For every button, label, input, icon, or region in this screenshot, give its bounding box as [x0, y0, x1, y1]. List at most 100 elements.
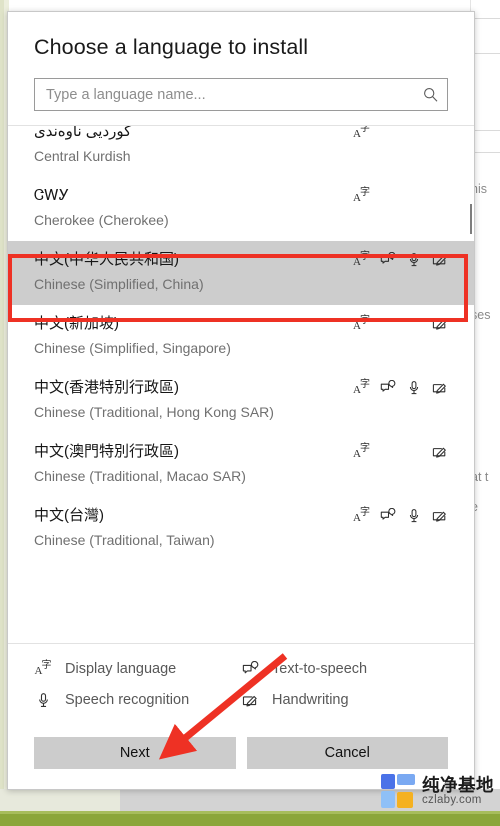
- speech-recognition-icon: [34, 691, 52, 709]
- language-native-row: ᏣᎳᎩ A 字: [34, 185, 448, 208]
- language-native-row: 中文(香港特別行政區) A 字: [34, 377, 448, 400]
- language-english-name: Central Kurdish: [34, 147, 131, 164]
- handwriting-feature-icon: [431, 508, 448, 525]
- language-english-name: Chinese (Traditional, Macao SAR): [34, 467, 246, 484]
- display-feature-icon: A字: [353, 187, 370, 205]
- watermark-logo-icon: [381, 774, 415, 808]
- display-language-icon: A字: [353, 314, 370, 332]
- language-list-items: کوردیی ناوەندی A 字 Central Kurdish ᏣᎳᎩ A 字 Cher…: [8, 126, 474, 561]
- language-list-item[interactable]: 中文(台灣) A 字 Chinese (Traditional, Taiwan): [8, 497, 474, 561]
- language-native-row: 中文(台灣) A 字: [34, 505, 448, 528]
- language-list-item[interactable]: ᏣᎳᎩ A 字 Cherokee (Cherokee): [8, 177, 474, 241]
- tts-feature-icon: [379, 508, 396, 525]
- display-feature-icon: A字: [353, 378, 370, 397]
- language-list-item[interactable]: 中文(新加坡) A 字 Chinese (Simplified, Singapore): [8, 305, 474, 369]
- tts-feature-icon: [379, 380, 396, 397]
- handwriting-icon: [432, 319, 446, 330]
- language-list-item[interactable]: 中文(中华人民共和国) A 字 Chinese (Simplified, China): [8, 241, 474, 305]
- handwriting-feature-icon: [431, 316, 448, 333]
- watermark: 纯净基地 czlaby.com: [381, 774, 494, 808]
- language-native-name: کوردیی ناوەندی: [34, 126, 132, 140]
- speech-feature-icon: [405, 252, 422, 269]
- screenshot-root: his ses at t e Choose a language to inst…: [0, 0, 500, 826]
- display-language-icon: A字: [34, 660, 52, 678]
- display-language-icon: A字: [353, 442, 370, 460]
- choose-language-dialog: Choose a language to install کوردیی ناوە…: [7, 11, 475, 790]
- search-input[interactable]: [35, 79, 413, 110]
- list-scrollbar-thumb[interactable]: [470, 204, 472, 234]
- search-box[interactable]: [34, 78, 448, 111]
- display-language-icon: A字: [353, 250, 370, 268]
- speech-recognition-icon: [409, 509, 418, 523]
- language-feature-icons: A字: [353, 314, 448, 333]
- next-button[interactable]: Next: [34, 737, 236, 769]
- language-native-name: 中文(中华人民共和国): [34, 251, 179, 268]
- language-native-name: ᏣᎳᎩ: [34, 187, 70, 204]
- speech-recognition-icon: [38, 692, 48, 707]
- language-english-name: Chinese (Simplified, China): [34, 275, 204, 292]
- search-icon[interactable]: [413, 87, 447, 102]
- background-rule: [472, 18, 500, 19]
- background-text-fragment: at t: [471, 470, 489, 484]
- background-green-bar: [0, 814, 500, 826]
- search-container: [8, 60, 474, 125]
- background-text-fragment: e: [471, 500, 499, 514]
- watermark-name-cn: 纯净基地: [422, 774, 494, 795]
- cancel-button[interactable]: Cancel: [246, 737, 448, 769]
- language-native-name: 中文(新加坡): [34, 315, 119, 332]
- text-to-speech-icon: [241, 660, 259, 678]
- handwriting-icon: [242, 695, 257, 706]
- text-to-speech-icon: [380, 508, 395, 520]
- language-feature-icons: A字: [353, 507, 448, 525]
- language-native-name: 中文(香港特別行政區): [34, 379, 179, 396]
- display-language-icon: A字: [353, 378, 370, 396]
- display-language-icon: A字: [34, 659, 52, 677]
- language-list-item[interactable]: کوردیی ناوەندی A 字 Central Kurdish: [8, 126, 474, 177]
- handwriting-feature-icon: [431, 380, 448, 397]
- speech-recognition-icon: [409, 253, 418, 267]
- handwriting-feature-icon: [431, 252, 448, 269]
- language-feature-icons: A字: [353, 250, 448, 269]
- background-rule: [472, 130, 500, 131]
- language-english-name: Chinese (Simplified, Singapore): [34, 339, 231, 356]
- language-native-row: 中文(中华人民共和国) A 字: [34, 249, 448, 272]
- background-text-fragment: ses: [471, 308, 491, 322]
- handwriting-icon: [432, 383, 446, 394]
- speech-feature-icon: [405, 380, 422, 397]
- legend-item: Speech recognition: [34, 691, 241, 709]
- language-native-row: کوردیی ناوەندی A 字: [34, 126, 448, 144]
- language-list-item[interactable]: 中文(香港特別行政區) A 字 Chinese (Traditional, Hong …: [8, 369, 474, 433]
- legend-label: Speech recognition: [65, 692, 190, 708]
- language-native-name: 中文(台灣): [34, 507, 104, 524]
- speech-feature-icon: [405, 508, 422, 525]
- language-english-name: Chinese (Traditional, Taiwan): [34, 531, 215, 548]
- legend-label: Display language: [65, 661, 177, 677]
- background-taskbar-left: [0, 789, 120, 811]
- watermark-text: 纯净基地 czlaby.com: [422, 774, 494, 807]
- language-english-name: Chinese (Traditional, Hong Kong SAR): [34, 403, 274, 420]
- language-english-name: Cherokee (Cherokee): [34, 211, 169, 228]
- background-rule: [472, 152, 500, 153]
- watermark-name-en: czlaby.com: [422, 794, 482, 807]
- display-feature-icon: A字: [353, 126, 370, 141]
- handwriting-icon: [432, 255, 446, 266]
- legend-label: Text-to-speech: [272, 661, 368, 677]
- language-native-row: 中文(澳門特別行政區) A 字: [34, 441, 448, 464]
- background-left-edge: [0, 0, 4, 790]
- display-feature-icon: A字: [353, 442, 370, 461]
- display-feature-icon: A字: [353, 314, 370, 333]
- text-to-speech-icon: [242, 660, 258, 673]
- language-list[interactable]: کوردیی ناوەندی A 字 Central Kurdish ᏣᎳᎩ A 字 Cher…: [8, 126, 474, 643]
- legend-item: A 字 Display language: [34, 660, 241, 678]
- language-list-item[interactable]: 中文(澳門特別行政區) A 字 Chinese (Traditional, Macao…: [8, 433, 474, 497]
- language-native-row: 中文(新加坡) A 字: [34, 313, 448, 336]
- legend-label: Handwriting: [272, 692, 349, 708]
- handwriting-icon: [432, 447, 446, 458]
- display-feature-icon: A字: [353, 250, 370, 269]
- handwriting-icon: [432, 511, 446, 522]
- text-to-speech-icon: [380, 252, 395, 264]
- dialog-title: Choose a language to install: [34, 35, 309, 59]
- speech-recognition-icon: [409, 381, 418, 395]
- text-to-speech-icon: [380, 380, 395, 392]
- tts-feature-icon: [379, 252, 396, 269]
